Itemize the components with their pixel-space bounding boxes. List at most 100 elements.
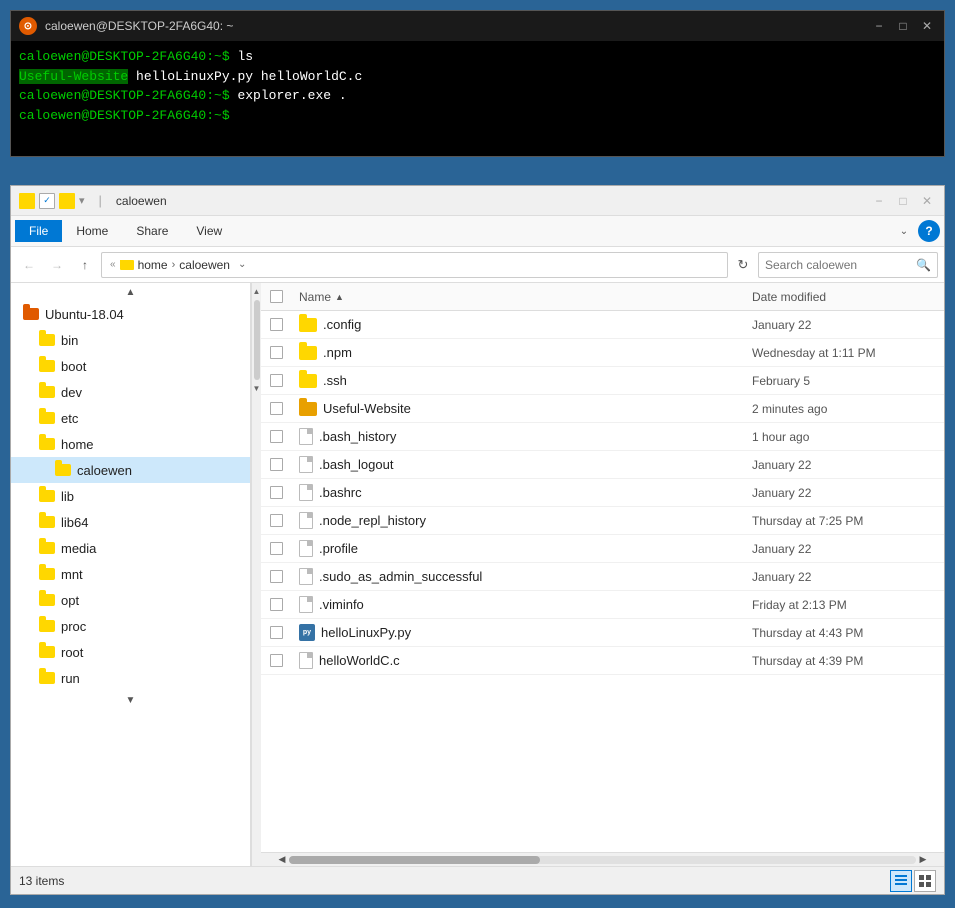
proc-folder-icon [39,620,55,632]
tab-file[interactable]: File [15,220,62,242]
ribbon-chevron-icon[interactable]: ⌄ [894,221,914,241]
file-row-viminfo[interactable]: .viminfo Friday at 2:13 PM [261,591,944,619]
filename-config: .config [323,317,361,332]
up-button[interactable]: ↑ [73,253,97,277]
date-hello-c: Thursday at 4:39 PM [744,654,944,668]
file-row-bash-history[interactable]: .bash_history 1 hour ago [261,423,944,451]
terminal-minimize-button[interactable]: − [870,17,888,35]
file-row-npm[interactable]: .npm Wednesday at 1:11 PM [261,339,944,367]
sidebar-item-etc[interactable]: etc [11,405,250,431]
cb-npm[interactable] [270,346,283,359]
tab-view[interactable]: View [182,220,236,242]
sidebar-scroll-thumb [254,300,260,380]
sidebar-item-mnt[interactable]: mnt [11,561,250,587]
sidebar-item-root[interactable]: root [11,639,250,665]
sidebar-item-media[interactable]: media [11,535,250,561]
filename-ssh: .ssh [323,373,347,388]
header-checkbox[interactable] [270,290,283,303]
back-button[interactable]: ← [17,253,41,277]
terminal-prompt-4: caloewen@DESKTOP-2FA6G40:~$ [19,108,230,123]
sidebar-item-opt[interactable]: opt [11,587,250,613]
file-icon-bashrc [299,484,313,501]
file-row-hello-py[interactable]: py helloLinuxPy.py Thursday at 4:43 PM [261,619,944,647]
file-icon-hello-c [299,652,313,669]
hscroll-left-arrow[interactable]: ◀ [275,854,289,865]
date-npm: Wednesday at 1:11 PM [744,346,944,360]
header-date[interactable]: Date modified [744,290,944,304]
terminal-controls: − □ ✕ [870,17,936,35]
terminal-window: ⊙ caloewen@DESKTOP-2FA6G40: ~ − □ ✕ calo… [10,10,945,157]
header-name[interactable]: Name ▲ [291,290,744,304]
sidebar-label-lib: lib [61,489,74,504]
root-folder-icon [39,646,55,658]
sidebar-scroll-up[interactable]: ▲ [11,283,250,301]
help-button[interactable]: ? [918,220,940,242]
cb-profile[interactable] [270,542,283,555]
date-node-repl: Thursday at 7:25 PM [744,514,944,528]
cb-useful-website[interactable] [270,402,283,415]
cb-ssh[interactable] [270,374,283,387]
folder-icon-npm [299,346,317,360]
filename-useful-website: Useful-Website [323,401,411,416]
tab-share[interactable]: Share [122,220,182,242]
explorer-minimize-button[interactable]: − [870,192,888,210]
cb-bashrc[interactable] [270,486,283,499]
cb-viminfo[interactable] [270,598,283,611]
cb-config[interactable] [270,318,283,331]
path-home: home [138,258,168,272]
file-list-area: Name ▲ Date modified .config January 22 [261,283,944,866]
opt-folder-icon [39,594,55,606]
file-row-bashrc[interactable]: .bashrc January 22 [261,479,944,507]
sidebar-scrollbar: ▲ ▼ [251,283,261,866]
sidebar-item-run[interactable]: run [11,665,250,691]
sidebar-scroll-down[interactable]: ▼ [11,691,250,709]
sidebar-label-home: home [61,437,94,452]
file-row-bash-logout[interactable]: .bash_logout January 22 [261,451,944,479]
filename-viminfo: .viminfo [319,597,364,612]
sidebar-item-home[interactable]: home [11,431,250,457]
address-path-bar[interactable]: « home › caloewen ⌄ [101,252,728,278]
sidebar-item-caloewen[interactable]: caloewen [11,457,250,483]
cb-node-repl[interactable] [270,514,283,527]
file-row-hello-c[interactable]: helloWorldC.c Thursday at 4:39 PM [261,647,944,675]
cb-hello-c[interactable] [270,654,283,667]
terminal-close-button[interactable]: ✕ [918,17,936,35]
view-tiles-button[interactable] [914,870,936,892]
caloewen-folder-icon [55,464,71,476]
sidebar-item-lib[interactable]: lib [11,483,250,509]
hscroll-right-arrow[interactable]: ▶ [916,854,930,865]
sidebar-label-caloewen: caloewen [77,463,132,478]
file-row-sudo[interactable]: .sudo_as_admin_successful January 22 [261,563,944,591]
sidebar-item-lib64[interactable]: lib64 [11,509,250,535]
sidebar-scroll-arrow-down[interactable]: ▼ [251,382,261,395]
sidebar-item-boot[interactable]: boot [11,353,250,379]
file-row-node-repl-history[interactable]: .node_repl_history Thursday at 7:25 PM [261,507,944,535]
refresh-button[interactable]: ↻ [732,254,754,276]
view-details-button[interactable] [890,870,912,892]
file-row-config[interactable]: .config January 22 [261,311,944,339]
sidebar-scroll-arrow-up[interactable]: ▲ [251,285,261,298]
path-double-chevron: « [110,259,116,270]
cb-hello-py[interactable] [270,626,283,639]
sidebar-item-bin[interactable]: bin [11,327,250,353]
terminal-prompt-3: caloewen@DESKTOP-2FA6G40:~$ [19,88,230,103]
filename-hello-c: helloWorldC.c [319,653,400,668]
cb-bash-history[interactable] [270,430,283,443]
sidebar-item-dev[interactable]: dev [11,379,250,405]
file-row-ssh[interactable]: .ssh February 5 [261,367,944,395]
file-row-useful-website[interactable]: Useful-Website 2 minutes ago [261,395,944,423]
sidebar-item-proc[interactable]: proc [11,613,250,639]
search-input[interactable] [765,258,912,272]
sidebar-item-ubuntu[interactable]: Ubuntu-18.04 [11,301,250,327]
path-dropdown-chevron[interactable]: ⌄ [238,259,246,270]
terminal-maximize-button[interactable]: □ [894,17,912,35]
cb-sudo[interactable] [270,570,283,583]
date-profile: January 22 [744,542,944,556]
cb-bash-logout[interactable] [270,458,283,471]
search-icon[interactable]: 🔍 [916,258,931,272]
tab-home[interactable]: Home [62,220,122,242]
explorer-maximize-button[interactable]: □ [894,192,912,210]
explorer-close-button[interactable]: ✕ [918,192,936,210]
forward-button[interactable]: → [45,253,69,277]
file-row-profile[interactable]: .profile January 22 [261,535,944,563]
